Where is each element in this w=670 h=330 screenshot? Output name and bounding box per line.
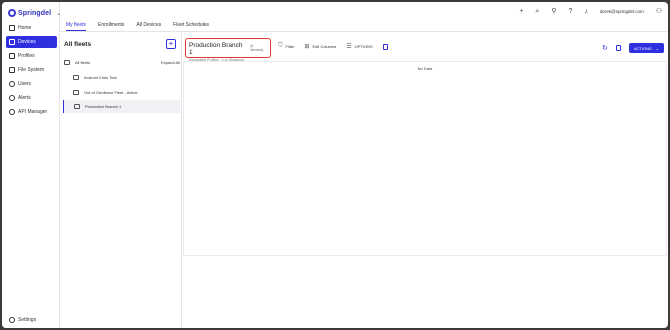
right-tools: ↻ ACTIONS ⌄ <box>602 43 664 53</box>
sidebar-item-settings[interactable]: Settings <box>9 317 36 323</box>
fleet-item-label: Android Chris Test <box>84 74 117 80</box>
gear-icon <box>9 317 15 323</box>
actions-button[interactable]: ACTIONS ⌄ <box>628 43 664 53</box>
fleet-item[interactable]: Out of Geofence Fleet - Active <box>73 88 181 96</box>
sidebar-item-profiles[interactable]: Profiles <box>6 50 57 62</box>
export-icon[interactable] <box>615 45 621 51</box>
expand-all-link[interactable]: Expand All <box>161 60 180 65</box>
folder-icon <box>74 104 80 109</box>
fleet-panel: All fleets + All fleets Expand All Andro… <box>60 33 182 328</box>
sidebar-item-alerts[interactable]: Alerts <box>6 92 57 104</box>
edit-columns-label: Edit Columns <box>312 44 337 49</box>
device-table: No Data <box>183 61 667 256</box>
fleet-panel-title: All fleets <box>64 41 92 48</box>
options-button[interactable]: ☰ OPTIONS <box>346 43 372 50</box>
main-content: Production Branch 1 (6 devices) Associat… <box>183 33 668 328</box>
add-fleet-button[interactable]: + <box>166 39 176 49</box>
api-icon <box>9 109 15 115</box>
fleet-item[interactable]: Android Chris Test <box>73 73 181 81</box>
filter-icon: ⛉ <box>278 43 283 49</box>
empty-state: No Data <box>417 66 433 71</box>
tab-my-fleets[interactable]: My fleets <box>66 20 87 31</box>
actions-label: ACTIONS <box>633 45 652 51</box>
bell-icon[interactable]: ♪ <box>584 8 588 15</box>
settings-label: Settings <box>18 317 37 323</box>
users-icon <box>9 81 15 87</box>
sidebar: Springdel ⌄ Home Devices Profiles File S… <box>2 2 61 328</box>
sidebar-item-label: Alerts <box>18 95 31 101</box>
sidebar-item-label: Users <box>18 81 32 87</box>
search-icon[interactable]: ⌕ <box>535 8 539 15</box>
folder-icon <box>73 89 79 95</box>
sidebar-item-api-manager[interactable]: API Manager <box>6 106 57 118</box>
refresh-icon[interactable]: ↻ <box>602 44 608 52</box>
user-email[interactable]: derek@springdel.com <box>600 9 644 14</box>
top-bar: + ⌕ ⚲ ? ♪ derek@springdel.com ⚇ <box>60 2 668 20</box>
device-icon <box>9 39 15 45</box>
sidebar-nav: Home Devices Profiles File System Users … <box>6 22 57 120</box>
tab-enrollments[interactable]: Enrollments <box>98 20 124 31</box>
sidebar-item-label: API Manager <box>18 109 48 115</box>
filter-button[interactable]: ⛉ Filter <box>278 43 294 50</box>
tab-fleet-schedules[interactable]: Fleet Schedules <box>173 20 209 31</box>
tab-bar: My fleets Enrollments All Devices Fleet … <box>60 20 668 32</box>
sliders-icon: ☰ <box>346 44 352 50</box>
sidebar-item-label: Home <box>18 25 32 31</box>
logo-icon <box>8 9 16 17</box>
plus-icon[interactable]: + <box>519 8 523 15</box>
folder-icon <box>73 74 79 80</box>
sidebar-item-label: Devices <box>18 39 36 45</box>
sidebar-item-home[interactable]: Home <box>6 22 57 34</box>
home-icon <box>64 60 70 65</box>
document-icon[interactable] <box>382 43 388 50</box>
options-label: OPTIONS <box>354 44 373 49</box>
fleet-tree-root-label: All fleets <box>75 60 91 65</box>
brand-name: Springdel <box>18 9 52 17</box>
sidebar-item-devices[interactable]: Devices <box>6 36 57 48</box>
fleet-item-label: Production Branch 1 <box>85 104 122 109</box>
fleet-title-box: Production Branch 1 (6 devices) Associat… <box>185 38 271 62</box>
user-icon[interactable]: ⚇ <box>656 8 662 15</box>
chevron-down-icon: ⌄ <box>655 45 659 51</box>
home-icon <box>9 25 15 31</box>
toolbar: ⛉ Filter ⊞ Edit Columns ☰ OPTIONS <box>278 43 388 50</box>
tab-all-devices[interactable]: All Devices <box>136 20 161 31</box>
bell-icon <box>9 95 15 101</box>
app-window: Springdel ⌄ Home Devices Profiles File S… <box>2 2 668 328</box>
edit-columns-button[interactable]: ⊞ Edit Columns <box>304 43 336 50</box>
fleet-item-selected[interactable]: Production Branch 1 <box>63 100 180 113</box>
sidebar-item-label: File System <box>18 67 45 73</box>
file-icon <box>9 67 15 73</box>
sidebar-item-file-system[interactable]: File System <box>6 64 57 76</box>
sidebar-item-users[interactable]: Users <box>6 78 57 90</box>
sidebar-item-label: Profiles <box>18 53 35 59</box>
help-icon[interactable]: ? <box>568 8 572 15</box>
brand-logo[interactable]: Springdel ⌄ <box>8 8 61 18</box>
profile-icon <box>9 53 15 59</box>
columns-icon: ⊞ <box>304 44 310 50</box>
device-count: (6 devices) <box>250 44 264 52</box>
fleet-tree-root[interactable]: All fleets Expand All <box>64 60 180 65</box>
filter-label: Filter <box>285 44 295 49</box>
pin-icon[interactable]: ⚲ <box>551 8 556 15</box>
page-title: Production Branch 1 <box>189 42 243 56</box>
fleet-item-label: Out of Geofence Fleet - Active <box>84 89 138 95</box>
